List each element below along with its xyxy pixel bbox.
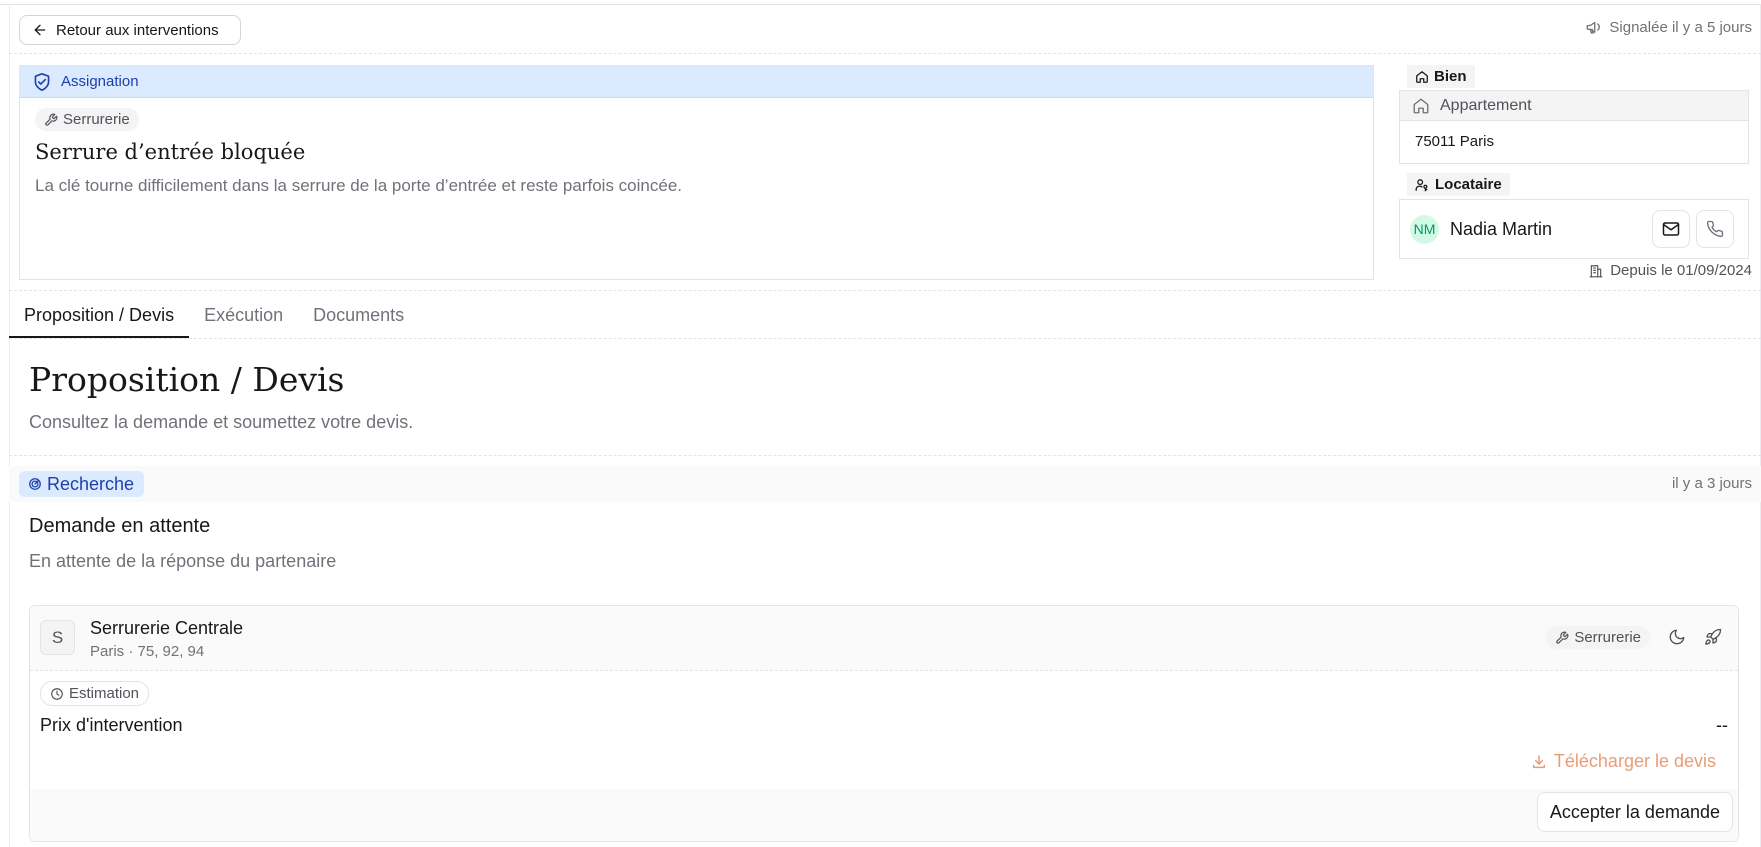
assignment-description: La clé tourne difficilement dans la serr… [35,176,682,195]
price-label: Prix d'intervention [40,715,183,735]
status-badge-label: Recherche [47,473,135,494]
mail-icon [1662,221,1680,237]
home-icon [1415,70,1429,84]
partner-card: S Serrurerie Centrale Paris · 75, 92, 94… [29,605,1739,842]
accept-request-button[interactable]: Accepter la demande [1536,792,1733,832]
clock-icon [50,687,64,701]
tenant-avatar: NM [1410,214,1439,244]
divider [9,455,1761,456]
building-icon [1589,264,1603,278]
partner-name: Serrurerie Centrale [90,618,244,638]
status-row: Recherche il y a 3 jours [9,466,1761,502]
phone-icon [1706,220,1724,238]
tenant-name: Nadia Martin [1450,218,1553,239]
call-tenant-button[interactable] [1696,210,1734,248]
radar-icon [28,477,42,491]
assignment-title: Serrure d’entrée bloquée [35,140,306,164]
partner-footer [30,789,1738,841]
property-type: Appartement [1440,96,1532,114]
tenant-label-text: Locataire [1435,176,1502,193]
property-city: 75011 Paris [1415,133,1494,150]
request-subtitle: En attente de la réponse du partenaire [29,551,337,571]
estimate-label: Estimation [69,685,140,702]
tenant-box: NM Nadia Martin [1399,199,1749,259]
tab-execution[interactable]: Exécution [189,295,298,338]
property-type-row: Appartement [1400,91,1748,121]
partner-category-label: Serrurerie [1574,629,1641,646]
partner-location: Paris · 75, 92, 94 [90,643,205,660]
moon-icon [1668,628,1686,646]
megaphone-icon [1585,18,1603,36]
assignment-header: Assignation [20,66,1373,98]
arrow-left-icon [32,22,48,38]
section-title: Proposition / Devis [29,360,345,399]
wrench-icon [1555,631,1569,645]
assignment-card: Assignation Serrurerie Serrure d’entrée … [19,65,1374,280]
back-to-interventions-button[interactable]: Retour aux interventions [19,15,241,45]
download-quote-label: Télécharger le devis [1553,751,1716,771]
tab-bar: Proposition / Devis Exécution Documents [9,295,419,338]
partner-header: S Serrurerie Centrale Paris · 75, 92, 94… [30,606,1738,671]
download-icon [1531,754,1547,770]
divider [9,53,1761,54]
tenant-since: Depuis le 01/09/2024 [1589,262,1752,279]
reported-info: Signalée il y a 5 jours [1585,18,1752,36]
download-quote-link[interactable]: Télécharger le devis [1531,751,1716,772]
rocket-icon [1704,628,1722,646]
request-title: Demande en attente [29,515,211,537]
property-label-text: Bien [1434,68,1467,85]
reported-text: Signalée il y a 5 jours [1609,18,1752,36]
handshake-shield-icon [32,72,52,91]
section-subtitle: Consultez la demande et soumettez votre … [29,412,414,432]
house-icon [1412,97,1430,115]
user-key-icon [1415,178,1430,192]
wrench-icon [44,113,58,127]
tab-documents[interactable]: Documents [298,295,419,338]
divider [9,290,1761,291]
price-value: -- [1716,715,1728,735]
partner-category-chip: Serrurerie [1546,626,1650,649]
tenant-since-text: Depuis le 01/09/2024 [1610,262,1752,279]
status-badge: Recherche [19,471,145,497]
divider [9,338,1761,339]
assignment-header-label: Assignation [61,73,139,90]
category-label: Serrurerie [63,111,130,128]
property-box: Appartement 75011 Paris [1399,90,1749,164]
email-tenant-button[interactable] [1652,210,1690,248]
partner-avatar: S [40,620,75,655]
category-chip: Serrurerie [35,108,139,131]
tab-proposition-devis[interactable]: Proposition / Devis [9,295,190,338]
property-label: Bien [1407,65,1475,88]
back-button-label: Retour aux interventions [56,21,219,39]
status-time: il y a 3 jours [1671,475,1752,492]
tenant-label: Locataire [1407,173,1510,196]
estimate-chip: Estimation [40,681,150,706]
